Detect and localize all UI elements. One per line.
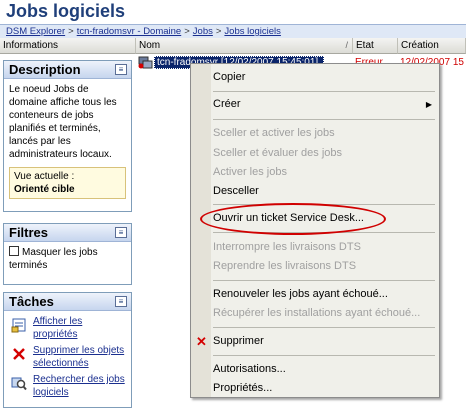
properties-icon bbox=[11, 318, 26, 333]
menu-item-desceller-label: Desceller bbox=[213, 185, 259, 197]
menu-item-sceller-activer[interactable]: Sceller et activer les jobs bbox=[191, 124, 439, 143]
menu-item-supprimer[interactable]: ✕ Supprimer bbox=[191, 332, 439, 351]
task-show-properties-link[interactable]: Afficher les propriétés bbox=[33, 316, 82, 340]
submenu-arrow-icon: ▶ bbox=[425, 100, 432, 109]
menu-separator bbox=[213, 280, 435, 281]
breadcrumb-dsm-explorer[interactable]: DSM Explorer bbox=[6, 26, 65, 37]
menu-item-proprietes-label: Propriétés... bbox=[213, 382, 273, 394]
menu-item-interrompre-dts-label: Interrompre les livraisons DTS bbox=[213, 241, 361, 253]
menu-item-sceller-evaluer-label: Sceller et évaluer des jobs bbox=[213, 147, 343, 159]
tasks-panel-title: Tâches bbox=[9, 294, 54, 309]
menu-item-sceller-activer-label: Sceller et activer les jobs bbox=[213, 127, 335, 139]
task-show-properties[interactable]: Afficher les propriétés bbox=[9, 315, 126, 341]
hide-finished-jobs-label: Masquer les jobs terminés bbox=[9, 247, 98, 271]
menu-item-supprimer-label: Supprimer bbox=[213, 335, 264, 347]
column-header-informations: Informations bbox=[0, 38, 136, 54]
menu-item-desceller[interactable]: Desceller bbox=[191, 182, 439, 201]
delete-icon bbox=[13, 348, 25, 360]
description-panel: Description ≡ Le noeud Jobs de domaine a… bbox=[3, 60, 132, 212]
menu-item-ouvrir-ticket-label: Ouvrir un ticket Service Desk... bbox=[213, 212, 364, 224]
information-pane: Description ≡ Le noeud Jobs de domaine a… bbox=[0, 54, 136, 415]
breadcrumb: DSM Explorer > tcn-fradomsvr - Domaine > Job… bbox=[0, 24, 466, 38]
column-header-nom[interactable]: Nom / bbox=[136, 38, 353, 54]
menu-item-sceller-evaluer[interactable]: Sceller et évaluer des jobs bbox=[191, 144, 439, 163]
menu-item-ouvrir-ticket[interactable]: Ouvrir un ticket Service Desk... bbox=[191, 209, 439, 228]
menu-item-creer[interactable]: Créer ▶ bbox=[191, 95, 439, 114]
collapse-icon[interactable]: ≡ bbox=[115, 64, 127, 75]
menu-item-renouveler-label: Renouveler les jobs ayant échoué... bbox=[213, 288, 388, 300]
current-view-box: Vue actuelle : Orienté cible bbox=[9, 167, 126, 199]
menu-item-recuperer-label: Récupérer les installations ayant échoué… bbox=[213, 307, 421, 319]
column-header-etat[interactable]: Etat bbox=[353, 38, 398, 54]
menu-separator bbox=[213, 327, 435, 328]
job-container-icon bbox=[138, 56, 153, 69]
hide-finished-jobs-checkbox[interactable] bbox=[9, 246, 19, 256]
menu-separator bbox=[213, 119, 435, 120]
task-delete-selected-link[interactable]: Supprimer les objets sélectionnés bbox=[33, 345, 124, 369]
collapse-icon[interactable]: ≡ bbox=[115, 227, 127, 238]
menu-item-reprendre-dts[interactable]: Reprendre les livraisons DTS bbox=[191, 257, 439, 276]
current-view-value: Orienté cible bbox=[14, 184, 75, 195]
breadcrumb-domain[interactable]: tcn-fradomsvr - Domaine bbox=[77, 26, 182, 37]
menu-separator bbox=[213, 91, 435, 92]
task-delete-selected[interactable]: Supprimer les objets sélectionnés bbox=[9, 344, 126, 370]
menu-item-activer[interactable]: Activer les jobs bbox=[191, 163, 439, 182]
breadcrumb-jobs[interactable]: Jobs bbox=[193, 26, 213, 37]
sort-indicator: / bbox=[345, 40, 348, 50]
description-text: Le noeud Jobs de domaine affiche tous le… bbox=[9, 84, 117, 160]
delete-icon: ✕ bbox=[196, 334, 207, 349]
menu-item-reprendre-dts-label: Reprendre les livraisons DTS bbox=[213, 260, 357, 272]
context-menu: Copier Créer ▶ Sceller et activer les job… bbox=[190, 63, 440, 398]
menu-item-copier[interactable]: Copier bbox=[191, 68, 439, 87]
menu-item-activer-label: Activer les jobs bbox=[213, 166, 287, 178]
page-header: Jobs logiciels bbox=[0, 0, 466, 24]
column-header-nom-label: Nom bbox=[139, 40, 161, 51]
menu-item-recuperer[interactable]: Récupérer les installations ayant échoué… bbox=[191, 304, 439, 323]
collapse-icon[interactable]: ≡ bbox=[115, 296, 127, 307]
column-header-creation[interactable]: Création bbox=[398, 38, 466, 54]
menu-item-proprietes[interactable]: Propriétés... bbox=[191, 379, 439, 398]
description-panel-title: Description bbox=[9, 62, 81, 77]
menu-item-creer-label: Créer bbox=[213, 98, 241, 110]
menu-item-copier-label: Copier bbox=[213, 71, 246, 83]
task-search-jobs-link[interactable]: Rechercher des jobs logiciels bbox=[33, 374, 125, 398]
search-icon bbox=[11, 377, 27, 391]
menu-item-autorisations[interactable]: Autorisations... bbox=[191, 360, 439, 379]
menu-separator bbox=[213, 355, 435, 356]
menu-separator bbox=[213, 232, 435, 233]
menu-item-renouveler[interactable]: Renouveler les jobs ayant échoué... bbox=[191, 285, 439, 304]
tasks-panel: Tâches ≡ Afficher les propriétés Supprim… bbox=[3, 292, 132, 408]
menu-item-interrompre-dts[interactable]: Interrompre les livraisons DTS bbox=[191, 238, 439, 257]
menu-separator bbox=[213, 204, 435, 205]
breadcrumb-jobs-logiciels[interactable]: Jobs logiciels bbox=[224, 26, 281, 37]
menu-item-autorisations-label: Autorisations... bbox=[213, 363, 286, 375]
filters-panel-title: Filtres bbox=[9, 225, 49, 240]
task-search-jobs[interactable]: Rechercher des jobs logiciels bbox=[9, 373, 126, 399]
page-title: Jobs logiciels bbox=[6, 1, 126, 21]
current-view-label: Vue actuelle : bbox=[14, 171, 75, 182]
filters-panel: Filtres ≡ Masquer les jobs terminés bbox=[3, 223, 132, 285]
